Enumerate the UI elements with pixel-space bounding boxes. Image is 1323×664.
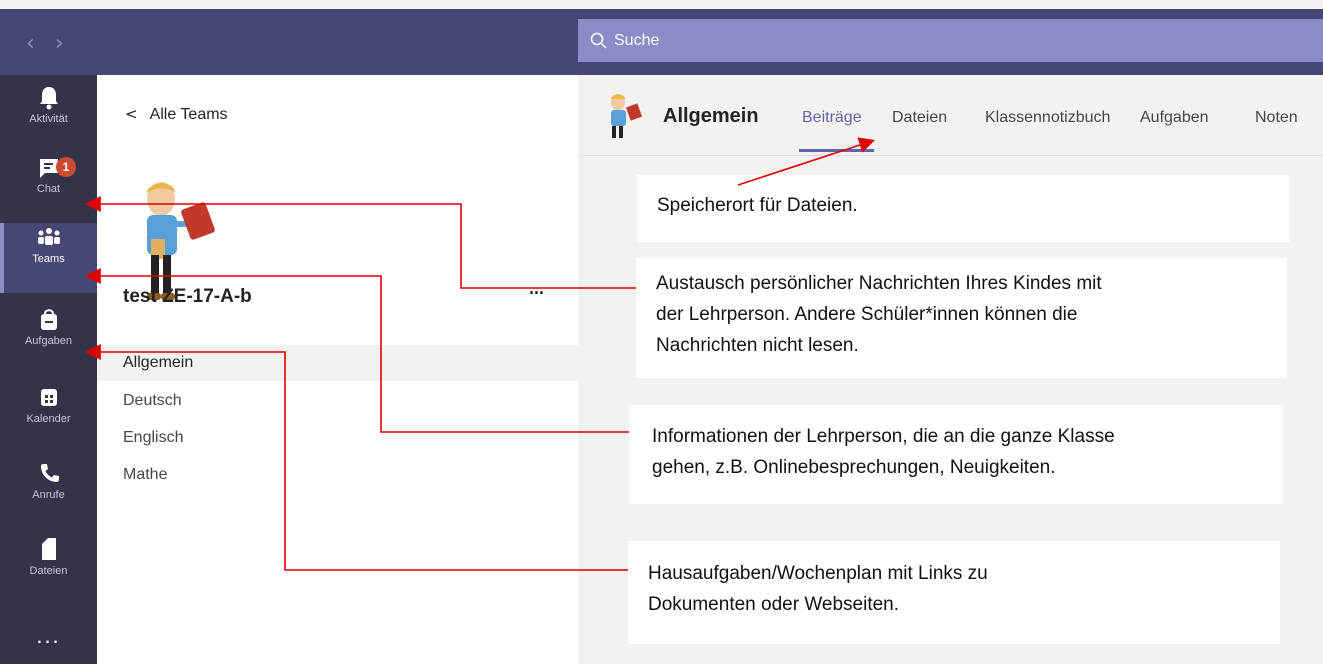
teams-arrow [84,268,629,433]
annotation-arrows [84,137,876,571]
tasks-arrow [84,344,628,571]
files-arrow [737,137,876,186]
